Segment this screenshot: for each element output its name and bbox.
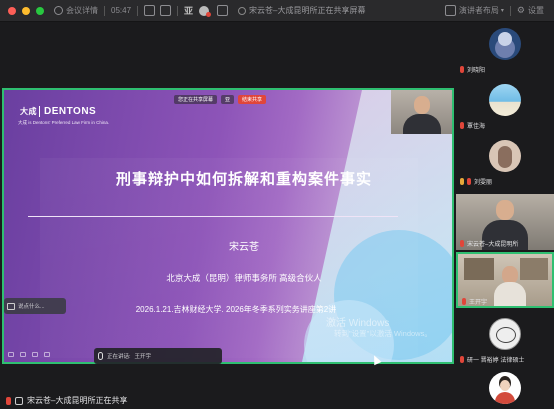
- participant-label: 刘晓阳: [460, 65, 485, 74]
- stop-share-button[interactable]: 结束共享: [238, 95, 267, 104]
- brand-logo: 大成 DENTONS: [18, 106, 109, 117]
- participant-label: 刘雯丽: [460, 177, 492, 186]
- chat-icon: [7, 302, 15, 310]
- meeting-timer: 05:47: [111, 6, 132, 15]
- participant-name: 研一 晋裕婷 法律硕士: [467, 358, 525, 364]
- close-window-button[interactable]: [8, 6, 16, 15]
- participant-name: 覃佳海: [467, 124, 486, 130]
- brand-tagline: 大成 is Dentons' Preferred Law Firm in Chi…: [18, 120, 110, 125]
- participant-video-tile-active[interactable]: 王开宇: [456, 252, 554, 308]
- muted-mic-icon: [467, 178, 471, 185]
- sharing-status-text: 宋云苍–大成昆明所正在共享屏幕: [249, 6, 366, 15]
- slide-divider: [28, 216, 398, 217]
- meeting-details-button[interactable]: 会议详情: [54, 5, 98, 16]
- participant-tile[interactable]: 覃佳海: [456, 78, 554, 132]
- slide-icon[interactable]: [44, 352, 50, 357]
- presentation-slide: 大成 DENTONS 大成 is Dentons' Preferred Law …: [4, 90, 452, 362]
- muted-mic-icon: [462, 298, 466, 305]
- avatar: [489, 372, 521, 404]
- avatar: [489, 28, 521, 60]
- slide-controls: [8, 352, 50, 357]
- fullscreen-icon[interactable]: [160, 5, 172, 16]
- participant-tile[interactable]: 研一 晋裕婷 法律硕士: [456, 312, 554, 366]
- screenshot-icon[interactable]: [217, 5, 229, 16]
- chat-input[interactable]: 说点什么...: [4, 298, 66, 314]
- muted-mic-icon: [460, 240, 464, 247]
- slide-icon[interactable]: [8, 352, 14, 357]
- brand-text: DENTONS: [44, 106, 97, 117]
- slide-icon[interactable]: [20, 352, 26, 357]
- slide-firm: 北京大成（昆明）律师事务所 高级合伙人: [166, 273, 322, 283]
- participant-label: 王开宇: [462, 297, 487, 306]
- info-icon: [54, 6, 63, 15]
- brand-box: 大成: [18, 106, 40, 117]
- participant-panel: 刘晓阳 覃佳海 刘雯丽 宋云苍–大成昆明所 王开宇 研一 晋裕婷 法律硕士: [456, 22, 554, 409]
- window-controls: [8, 6, 44, 15]
- sharing-status: 宋云苍–大成昆明所正在共享屏幕: [238, 5, 366, 16]
- settings-button[interactable]: ⚙ 设置: [517, 5, 544, 16]
- slide-icon[interactable]: [32, 352, 38, 357]
- minimize-window-button[interactable]: [22, 6, 30, 15]
- layout-icon: [444, 5, 456, 16]
- toolbar-logo-icon: 亚: [221, 95, 235, 104]
- record-icon[interactable]: [199, 5, 212, 17]
- presenter-head: [414, 96, 430, 114]
- windows-watermark: 激活 Windows: [326, 318, 390, 329]
- share-toolbar: 您正在共享屏幕 亚 结束共享: [174, 94, 267, 105]
- windows-watermark-sub: 转到"设置"以激活 Windows。: [334, 329, 432, 338]
- signal-icon[interactable]: [144, 5, 156, 16]
- participant-name: 王开宇: [469, 300, 488, 306]
- participant-name: 宋云苍–大成昆明所: [467, 242, 519, 248]
- zoom-window-button[interactable]: [36, 6, 44, 15]
- speaking-name: 王开宇: [134, 354, 152, 360]
- gear-icon: ⚙: [516, 5, 525, 15]
- avatar: [489, 318, 521, 350]
- slide-speaker: 宋云苍: [229, 242, 259, 253]
- screen-share-icon: [15, 396, 23, 405]
- participant-tile[interactable]: 刘晓阳: [456, 22, 554, 76]
- meeting-details-label: 会议详情: [66, 6, 98, 15]
- presenter-video: [391, 90, 452, 134]
- layout-button[interactable]: 演讲者布局 ▾: [444, 5, 504, 16]
- presenter-body: [403, 114, 441, 134]
- layout-label: 演讲者布局: [458, 6, 499, 15]
- participant-name: 刘雯丽: [474, 180, 493, 186]
- status-bar: 宋云苍–大成昆明所正在共享: [0, 392, 456, 409]
- settings-label: 设置: [528, 6, 544, 15]
- share-indicator: 您正在共享屏幕: [174, 95, 218, 104]
- dentons-logo: 大成 DENTONS 大成 is Dentons' Preferred Law …: [18, 106, 109, 126]
- meeting-window: 会议详情 05:47 亚 宋云苍–大成昆明所正在共享屏幕 演讲者布局 ▾ ⚙ 设…: [0, 0, 554, 409]
- muted-mic-icon: [460, 178, 464, 185]
- chevron-down-icon: ▾: [500, 8, 504, 14]
- muted-mic-icon: [460, 356, 464, 363]
- avatar: [489, 140, 521, 172]
- slide-title: 刑事辩护中如何拆解和重构案件事实: [115, 171, 372, 188]
- mic-icon: [98, 352, 103, 360]
- participant-label: 研一 晋裕婷 法律硕士: [460, 355, 524, 364]
- avatar: [489, 84, 521, 116]
- chat-placeholder: 说点什么...: [18, 304, 45, 310]
- shared-screen[interactable]: 大成 DENTONS 大成 is Dentons' Preferred Law …: [2, 88, 454, 364]
- muted-mic-icon[interactable]: [6, 396, 11, 405]
- participant-name: 刘晓阳: [467, 68, 486, 74]
- participant-label: 覃佳海: [460, 121, 485, 130]
- participant-video-tile[interactable]: 宋云苍–大成昆明所: [456, 194, 554, 250]
- muted-mic-icon: [460, 66, 464, 73]
- participant-label: 宋云苍–大成昆明所: [460, 239, 518, 248]
- title-bar: 会议详情 05:47 亚 宋云苍–大成昆明所正在共享屏幕 演讲者布局 ▾ ⚙ 设…: [0, 0, 554, 22]
- app-logo-icon: 亚: [184, 6, 194, 16]
- presenter-icon: [238, 6, 247, 15]
- sharing-status-footer: 宋云苍–大成昆明所正在共享: [27, 396, 128, 405]
- participant-tile[interactable]: 刘雯丽: [456, 134, 554, 188]
- speaking-label: 正在讲话:: [107, 354, 131, 360]
- muted-mic-icon: [460, 122, 464, 129]
- main-stage: 大成 DENTONS 大成 is Dentons' Preferred Law …: [0, 22, 456, 392]
- speaking-indicator: 正在讲话: 王开宇: [94, 348, 222, 364]
- participant-tile[interactable]: [456, 368, 554, 408]
